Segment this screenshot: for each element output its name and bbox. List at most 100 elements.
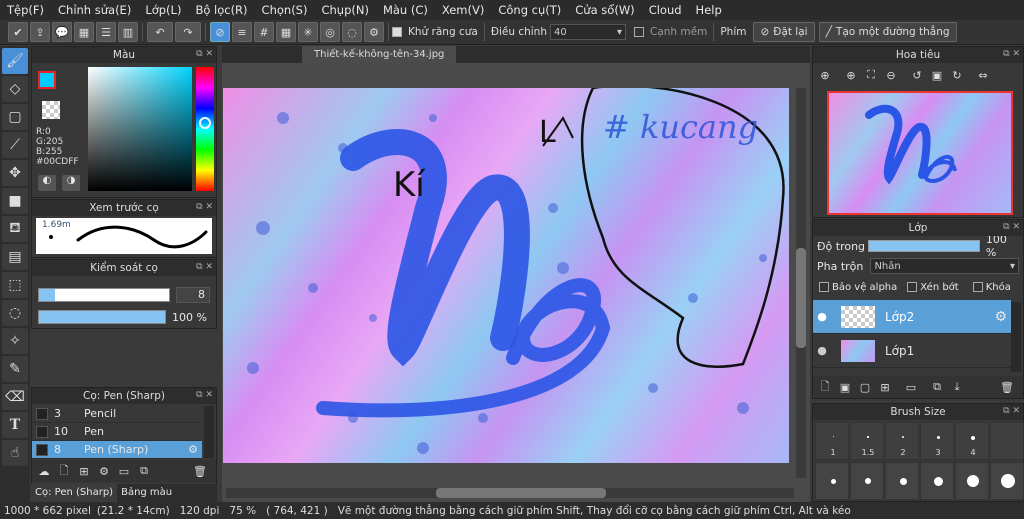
rotate-left-icon[interactable]: ↺ xyxy=(907,66,927,84)
layer-icon[interactable]: ▦ xyxy=(74,22,94,42)
layer-blend-select[interactable]: Nhân ▾ xyxy=(870,258,1019,274)
rectangle-tool-icon[interactable]: ▢ xyxy=(2,104,28,130)
color-square[interactable] xyxy=(88,67,192,191)
soft-edge-checkbox[interactable] xyxy=(633,27,644,37)
visibility-icon[interactable]: ● xyxy=(813,310,831,323)
brush-size-cell[interactable]: 1 xyxy=(815,422,849,460)
navigator-thumbnail[interactable] xyxy=(827,91,1013,215)
palette-picker-icon[interactable]: ◑ xyxy=(62,175,80,191)
brush-size-cell[interactable] xyxy=(815,462,849,500)
brush-settings-icon[interactable]: ⚙ xyxy=(94,462,114,480)
bucket-tool-icon[interactable]: ⛾ xyxy=(2,216,28,242)
save-icon[interactable]: ✔ xyxy=(8,22,28,42)
select-pen-tool-icon[interactable]: ✎ xyxy=(2,356,28,382)
menu-item[interactable]: Xem(V) xyxy=(435,3,491,17)
zoom-fit-icon[interactable]: ⊕ xyxy=(815,66,835,84)
brush-size-cell[interactable]: 2 xyxy=(885,422,919,460)
brush-size-cell[interactable] xyxy=(850,462,884,500)
snap-settings-icon[interactable]: ⚙ xyxy=(364,22,384,42)
cloud-download-icon[interactable]: ☁ xyxy=(34,462,54,480)
merge-layer-icon[interactable]: ⤓ xyxy=(947,378,967,396)
undock-icon[interactable]: ⧉ ✕ xyxy=(196,262,213,272)
copy-icon[interactable]: ⧉ xyxy=(134,462,154,480)
folder-icon[interactable]: ▭ xyxy=(901,378,921,396)
brush-list-item[interactable]: 3 Pencil xyxy=(32,405,202,423)
delete-layer-icon[interactable]: 🗑 xyxy=(997,378,1017,396)
opacity-slider[interactable] xyxy=(38,310,166,324)
brush-list-item[interactable]: 10 Pen xyxy=(32,423,202,441)
zoom-in-icon[interactable]: ⊕ xyxy=(841,66,861,84)
zoom-out-icon[interactable]: ⊖ xyxy=(881,66,901,84)
snap-radial-icon[interactable]: ✳ xyxy=(298,22,318,42)
export-icon[interactable]: ⇪ xyxy=(30,22,50,42)
menu-item[interactable]: Cửa sổ(W) xyxy=(568,3,641,17)
clipping-checkbox[interactable] xyxy=(907,282,918,292)
snap-parallel-icon[interactable]: ≡ xyxy=(232,22,252,42)
eraser-tool-icon[interactable]: ◇ xyxy=(2,76,28,102)
brush-tool-icon[interactable]: 🖌 xyxy=(2,48,28,74)
delete-icon[interactable]: 🗑 xyxy=(190,462,210,480)
new-brush-icon[interactable]: 🗋 xyxy=(54,462,74,480)
snap-curve-icon[interactable]: ◌ xyxy=(342,22,362,42)
menu-item[interactable]: Chỉnh sửa(E) xyxy=(51,3,138,17)
palette-tab[interactable]: Bảng màu xyxy=(117,484,176,502)
gradient-tool-icon[interactable]: ▤ xyxy=(2,244,28,270)
canvas[interactable]: Kí L # kucang xyxy=(223,88,789,463)
hue-slider-handle[interactable] xyxy=(199,117,211,129)
undo-icon[interactable]: ↶ xyxy=(147,22,173,42)
redo-icon[interactable]: ↷ xyxy=(175,22,201,42)
menu-item[interactable]: Cloud xyxy=(642,3,689,17)
lock-checkbox[interactable] xyxy=(972,282,983,292)
fill-rect-tool-icon[interactable]: ■ xyxy=(2,188,28,214)
visibility-icon[interactable]: ● xyxy=(813,344,831,357)
folder-icon[interactable]: ▭ xyxy=(114,462,134,480)
reset-view-icon[interactable]: ▣ xyxy=(927,66,947,84)
grid-icon[interactable]: ▥ xyxy=(118,22,138,42)
snap-grid-icon[interactable]: # xyxy=(254,22,274,42)
undock-icon[interactable]: ⧉ ✕ xyxy=(196,49,213,59)
background-color-swatch[interactable] xyxy=(42,101,60,119)
document-tab[interactable]: Thiết-kế-không-tên-34.jpg xyxy=(302,46,457,63)
antialias-checkbox[interactable] xyxy=(392,27,402,37)
new-layer-icon[interactable]: 🗋 xyxy=(815,378,835,396)
brush-size-cell[interactable] xyxy=(920,462,954,500)
operation-tool-icon[interactable]: ☝ xyxy=(2,440,28,466)
canvas-vertical-scrollbar[interactable] xyxy=(796,88,806,478)
hue-slider[interactable] xyxy=(196,67,214,191)
size-value-box[interactable]: 8 xyxy=(176,287,210,303)
reset-button[interactable]: ⊘ Đặt lại xyxy=(753,22,815,42)
rotate-right-icon[interactable]: ↻ xyxy=(947,66,967,84)
brush-list-scrollbar[interactable] xyxy=(204,406,214,458)
snap-off-icon[interactable]: ⊘ xyxy=(210,22,230,42)
menu-item[interactable]: Lớp(L) xyxy=(138,3,188,17)
select-eraser-tool-icon[interactable]: ⌫ xyxy=(2,384,28,410)
lasso-tool-icon[interactable]: ◌ xyxy=(2,300,28,326)
brush-size-cell[interactable] xyxy=(885,462,919,500)
brush-size-cell[interactable] xyxy=(990,422,1024,460)
snap-cross-icon[interactable]: ▦ xyxy=(276,22,296,42)
layer-item[interactable]: ● Lớp1 xyxy=(813,334,1011,368)
duplicate-layer-icon[interactable]: ⧉ xyxy=(927,378,947,396)
menu-item[interactable]: Công cụ(T) xyxy=(491,3,568,17)
layer-settings-icon[interactable]: ⚙ xyxy=(994,309,1007,325)
magic-wand-tool-icon[interactable]: ✧ xyxy=(2,328,28,354)
current-color-swatch[interactable] xyxy=(38,71,56,89)
layer-opacity-slider[interactable] xyxy=(868,240,980,252)
menu-item[interactable]: Chọn(S) xyxy=(255,3,315,17)
protect-alpha-checkbox[interactable] xyxy=(819,282,829,292)
brush-size-cell[interactable]: 1.5 xyxy=(850,422,884,460)
fullscreen-icon[interactable]: ⛶ xyxy=(861,66,881,84)
new-halftone-layer-icon[interactable]: ▣ xyxy=(835,378,855,396)
line-tool-icon[interactable]: ⟋ xyxy=(2,132,28,158)
add-brush-icon[interactable]: ⊞ xyxy=(74,462,94,480)
vscroll-thumb[interactable] xyxy=(796,248,806,348)
undock-icon[interactable]: ⧉ ✕ xyxy=(1003,49,1020,59)
add-layer-dropdown-icon[interactable]: ⊞ xyxy=(875,378,895,396)
brush-size-cell[interactable] xyxy=(955,462,989,500)
move-tool-icon[interactable]: ✥ xyxy=(2,160,28,186)
brush-size-cell[interactable] xyxy=(990,462,1024,500)
brush-settings-icon[interactable]: ⚙ xyxy=(188,443,198,456)
layer-list-scrollbar[interactable] xyxy=(1011,302,1021,372)
comment-icon[interactable]: 💬 xyxy=(52,22,72,42)
layer-item[interactable]: ● Lớp2 ⚙ xyxy=(813,300,1011,334)
